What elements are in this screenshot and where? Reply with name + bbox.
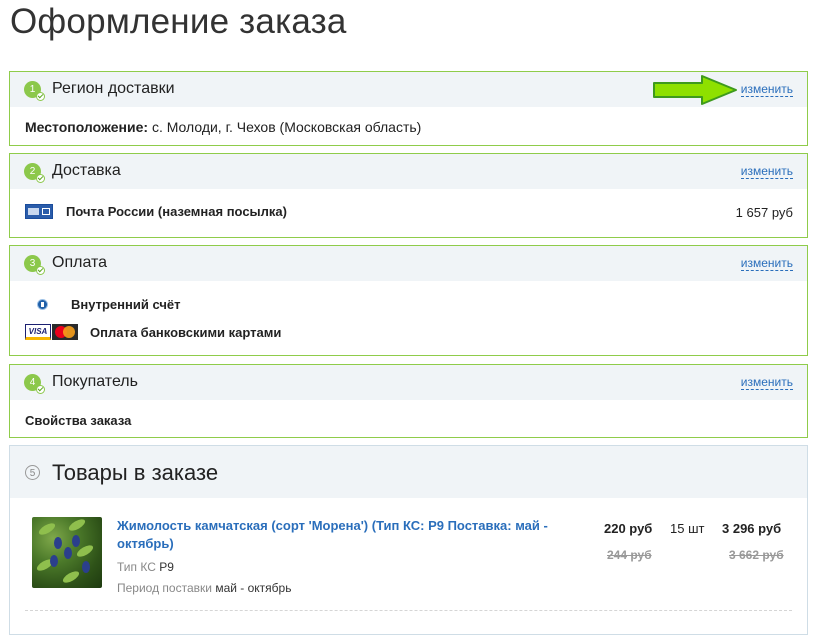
check-icon bbox=[36, 92, 45, 101]
prop-type-value: Р9 bbox=[159, 560, 174, 574]
product-old-sum: 3 662 руб bbox=[729, 548, 784, 562]
visa-icon: VISA bbox=[25, 324, 51, 340]
step-5-badge: 5 bbox=[25, 465, 40, 480]
section-payment: 3 Оплата изменить Внутренний счёт VISA О… bbox=[9, 245, 808, 356]
page-title: Оформление заказа bbox=[10, 2, 347, 41]
russian-post-icon bbox=[25, 204, 53, 219]
delivery-method-label: Почта России (наземная посылка) bbox=[66, 204, 287, 219]
buyer-change-link[interactable]: изменить bbox=[740, 376, 793, 390]
product-old-price: 244 руб bbox=[607, 548, 652, 562]
product-name-link[interactable]: Жимолость камчатская (сорт 'Морена') (Ти… bbox=[117, 517, 587, 553]
step-2-badge: 2 bbox=[24, 163, 45, 183]
delivery-change-link[interactable]: изменить bbox=[740, 165, 793, 179]
section-delivery: 2 Доставка изменить Почта России (наземн… bbox=[9, 153, 808, 238]
section-buyer-title: Покупатель bbox=[52, 373, 138, 390]
arrow-right-icon bbox=[653, 75, 737, 105]
location-value: с. Молоди, г. Чехов (Московская область) bbox=[151, 119, 422, 135]
product-quantity: 15 шт bbox=[670, 521, 705, 536]
payment-change-link[interactable]: изменить bbox=[740, 257, 793, 271]
section-region-title: Регион доставки bbox=[52, 80, 175, 97]
location-line: Местоположение: с. Молоди, г. Чехов (Мос… bbox=[25, 119, 421, 135]
check-icon bbox=[36, 266, 45, 275]
section-payment-title: Оплата bbox=[52, 254, 108, 271]
check-icon bbox=[36, 385, 45, 394]
payment-bank-cards: VISA Оплата банковскими картами bbox=[25, 324, 281, 340]
region-change-link[interactable]: изменить bbox=[740, 83, 793, 97]
section-delivery-header: 2 Доставка изменить bbox=[10, 154, 807, 189]
delivery-method: Почта России (наземная посылка) bbox=[25, 204, 287, 219]
section-delivery-title: Доставка bbox=[52, 162, 121, 179]
section-payment-header: 3 Оплата изменить bbox=[10, 246, 807, 281]
section-goods: 5 Товары в заказе Жимолость камчатская (… bbox=[9, 445, 808, 635]
delivery-price: 1 657 руб bbox=[735, 205, 793, 220]
product-prop-type: Тип КС Р9 bbox=[117, 560, 174, 574]
internal-account-label: Внутренний счёт bbox=[71, 297, 181, 312]
step-4-badge: 4 bbox=[24, 374, 45, 394]
section-buyer: 4 Покупатель изменить Свойства заказа bbox=[9, 364, 808, 438]
bank-cards-label: Оплата банковскими картами bbox=[90, 324, 282, 340]
step-3-badge: 3 bbox=[24, 255, 45, 275]
section-goods-header: 5 Товары в заказе bbox=[10, 446, 807, 498]
product-sum: 3 296 руб bbox=[722, 521, 782, 536]
product-image[interactable] bbox=[32, 517, 102, 588]
internal-account-icon bbox=[37, 299, 48, 310]
mastercard-icon bbox=[52, 324, 78, 340]
product-price: 220 руб bbox=[604, 521, 653, 536]
prop-period-value: май - октябрь bbox=[215, 581, 292, 595]
prop-type-label: Тип КС bbox=[117, 560, 156, 574]
row-divider bbox=[25, 610, 792, 611]
section-buyer-header: 4 Покупатель изменить bbox=[10, 365, 807, 400]
section-goods-title: Товары в заказе bbox=[52, 460, 219, 485]
payment-internal-account: Внутренний счёт bbox=[25, 297, 181, 312]
prop-period-label: Период поставки bbox=[117, 581, 212, 595]
location-label: Местоположение: bbox=[25, 119, 149, 135]
order-properties-label: Свойства заказа bbox=[25, 413, 132, 428]
product-prop-period: Период поставки май - октябрь bbox=[117, 581, 291, 595]
check-icon bbox=[36, 174, 45, 183]
step-1-badge: 1 bbox=[24, 81, 45, 101]
